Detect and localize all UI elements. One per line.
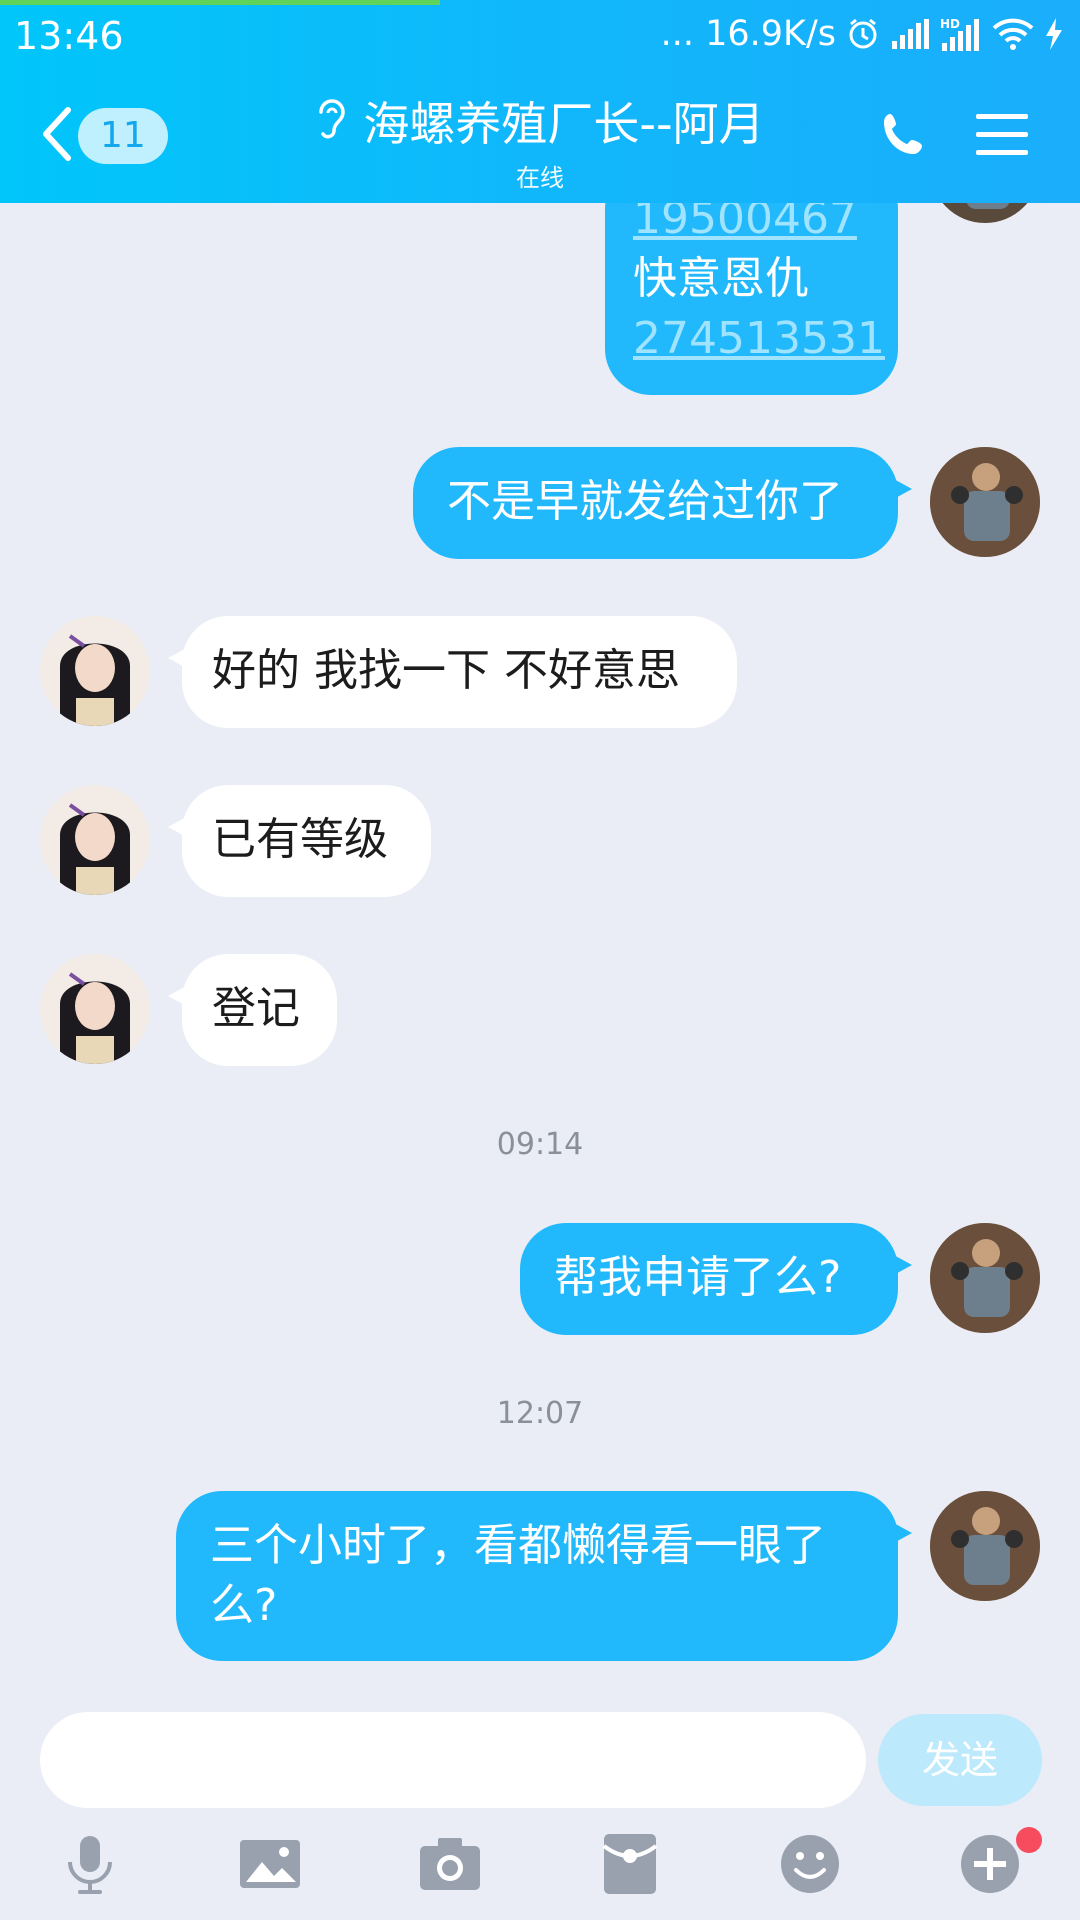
contact-avatar[interactable] (40, 954, 150, 1064)
loading-progress-bar (0, 0, 440, 5)
red-packet-icon[interactable] (598, 1832, 662, 1896)
chat-header: 13:46 ... 16.9K/s HD 11 海螺养殖厂长--阿月 在线 (0, 0, 1080, 203)
charging-icon (1044, 18, 1064, 50)
alarm-icon (846, 17, 880, 51)
message-text: 登记 (212, 983, 300, 1034)
status-icons: ... 16.9K/s HD (661, 14, 1064, 54)
message-bubble-incoming[interactable]: 好的 我找一下 不好意思 (168, 616, 737, 728)
message-timestamp: 12:07 (496, 1396, 584, 1431)
message-link-number[interactable]: 19500467 (633, 203, 870, 249)
message-text: 三个小时了，看都懒得看一眼了么? (210, 1520, 826, 1631)
image-icon[interactable] (238, 1832, 302, 1896)
message-text: 好的 我找一下 不好意思 (212, 645, 680, 696)
my-avatar[interactable] (930, 1223, 1040, 1333)
send-button[interactable]: 发送 (878, 1714, 1042, 1806)
contact-avatar[interactable] (40, 616, 150, 726)
camera-icon[interactable] (418, 1832, 482, 1896)
emoji-icon[interactable] (778, 1832, 842, 1896)
status-time: 13:46 (14, 14, 124, 58)
my-avatar[interactable] (930, 1491, 1040, 1601)
my-avatar[interactable] (930, 447, 1040, 557)
message-list[interactable]: 19500467 快意恩仇 274513531 不是早就发给过你了 好的 我找一… (0, 203, 1080, 1705)
hd-signal-icon: HD (940, 17, 982, 51)
message-bubble-outgoing[interactable]: 不是早就发给过你了 (413, 447, 912, 559)
message-bubble-outgoing[interactable]: 帮我申请了么? (520, 1223, 912, 1335)
online-status: 在线 (516, 164, 564, 192)
contact-name: 海螺养殖厂长--阿月 (363, 97, 765, 151)
contact-avatar[interactable] (40, 785, 150, 895)
message-text: 不是早就发给过你了 (447, 476, 843, 527)
message-input[interactable] (40, 1712, 866, 1808)
signal-icon (890, 19, 930, 49)
ear-icon (315, 96, 349, 146)
message-link-number[interactable]: 274513531 (633, 309, 885, 369)
phone-icon[interactable] (880, 110, 928, 162)
wifi-icon (992, 18, 1034, 50)
microphone-icon[interactable] (58, 1832, 122, 1896)
message-bubble-incoming[interactable]: 已有等级 (168, 785, 431, 897)
message-bubble-outgoing[interactable]: 19500467 快意恩仇 274513531 (605, 203, 898, 395)
network-speed: ... 16.9K/s (660, 14, 836, 54)
message-text: 帮我申请了么? (554, 1252, 842, 1303)
notification-dot (1016, 1827, 1042, 1853)
message-line: 快意恩仇 (633, 253, 809, 304)
message-text: 已有等级 (212, 814, 388, 865)
svg-text:HD: HD (940, 17, 960, 31)
message-bubble-outgoing[interactable]: 三个小时了，看都懒得看一眼了么? (176, 1491, 912, 1661)
my-avatar[interactable] (930, 203, 1040, 223)
plus-icon[interactable] (958, 1832, 1022, 1896)
message-bubble-incoming[interactable]: 登记 (168, 954, 337, 1066)
menu-icon[interactable] (976, 112, 1028, 160)
message-timestamp: 09:14 (496, 1127, 584, 1162)
